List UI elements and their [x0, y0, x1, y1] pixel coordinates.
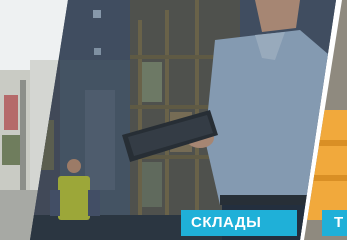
category-carousel: СКЛАДЫ Т: [0, 0, 347, 240]
slide-caption-right[interactable]: Т: [322, 210, 347, 236]
slide-caption-warehouses[interactable]: СКЛАДЫ: [181, 210, 297, 236]
